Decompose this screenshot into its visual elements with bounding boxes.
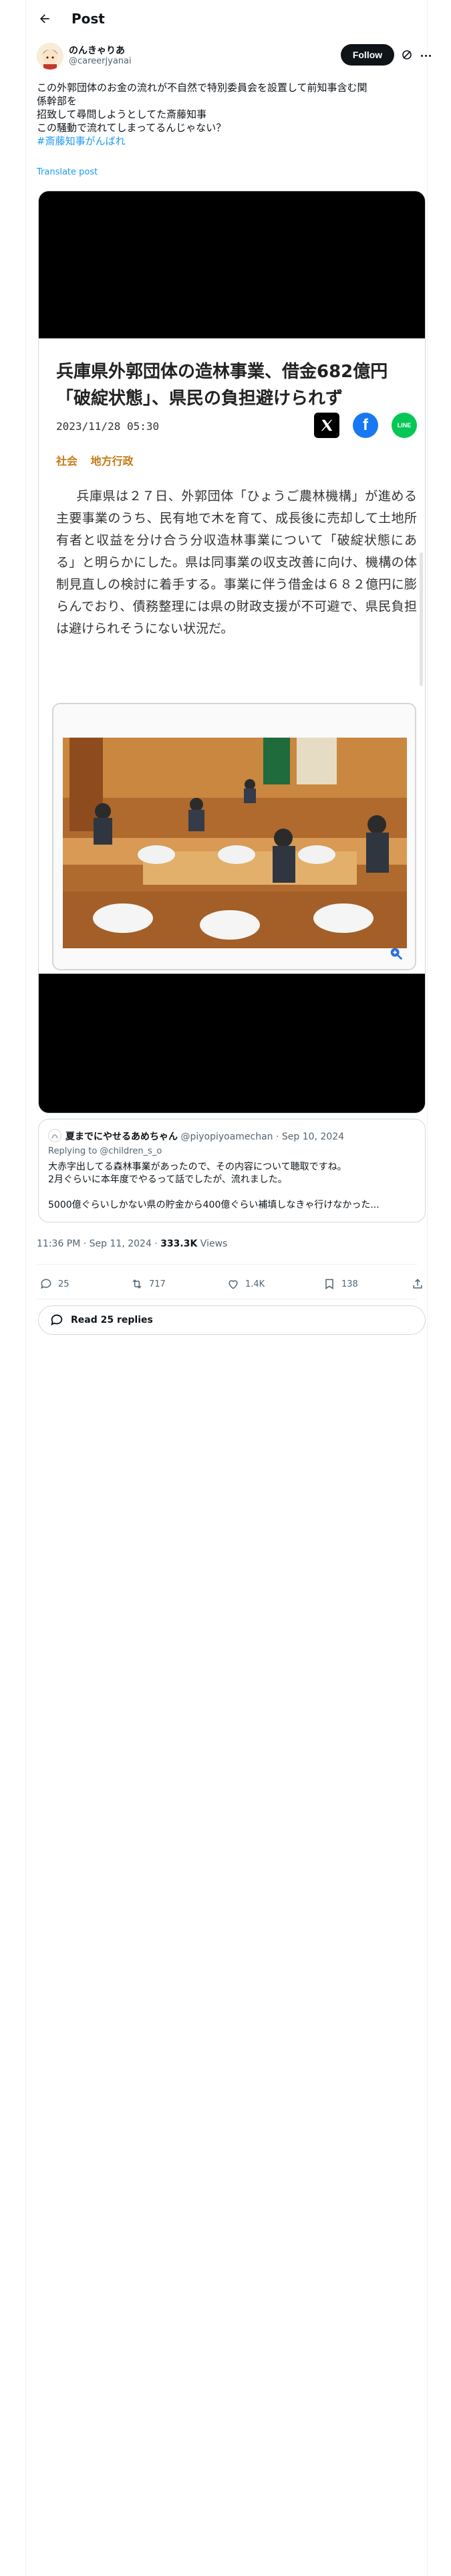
- meeting-photo: [63, 738, 407, 948]
- like-count: 1.4K: [245, 1279, 265, 1289]
- x-share-icon: [314, 413, 339, 438]
- quote-header: 夏までにやせるあめちゃん @piyopiyoamechan · Sep 10, …: [65, 1130, 344, 1143]
- quote-line: 大赤字出してる森林事業があったので、その内容について聴取ですね。: [48, 1162, 347, 1172]
- post-text: この外郭団体のお金の流れが不自然で特別委員会を設置して前知事含む関 係幹部を 招…: [37, 81, 424, 148]
- author-name[interactable]: のんきゃりあ: [69, 43, 125, 57]
- bookmark-count: 138: [341, 1279, 358, 1289]
- post-line: 招致して尋問しようとしてた斎藤知事: [37, 108, 207, 120]
- heart-icon: [229, 1280, 238, 1289]
- follow-button[interactable]: Follow: [341, 44, 394, 66]
- article-tag: 社会: [56, 455, 78, 467]
- quote-author-name: 夏までにやせるあめちゃん: [65, 1132, 178, 1142]
- top-bar: Post: [26, 0, 427, 37]
- article-scrollbar: [420, 552, 423, 686]
- quote-line: 2月ぐらいに本年度でやるって話でしたが、流れました。: [48, 1174, 287, 1185]
- reply-button[interactable]: 25: [39, 1277, 69, 1291]
- quote-replying-to: Replying to @children_s_o: [48, 1146, 162, 1156]
- post-media[interactable]: 兵庫県外郭団体の造林事業、借金682億円「破綻状態」、県民の負担避けられず 20…: [38, 191, 426, 1113]
- grok-icon[interactable]: [402, 49, 412, 60]
- page-title: Post: [71, 11, 105, 27]
- hashtag-link[interactable]: #斎藤知事がんばれ: [37, 134, 424, 148]
- quote-line: 5000億ぐらいしかない県の貯金から400億ぐらい補填しなきゃ行けなかった...: [48, 1200, 380, 1210]
- bookmark-icon: [325, 1279, 333, 1290]
- repost-icon: [132, 1279, 142, 1289]
- repost-button[interactable]: 717: [130, 1277, 166, 1291]
- quote-avatar: [48, 1129, 61, 1142]
- read-replies-label: Read 25 replies: [71, 1315, 153, 1325]
- divider: [37, 1264, 418, 1265]
- post-meta: 11:36 PM · Sep 11, 2024 · 333.3K Views: [37, 1239, 227, 1249]
- views-count: 333.3K: [160, 1239, 198, 1249]
- post-line: この騒動で流れてしまってるんじゃない？: [37, 122, 227, 134]
- quote-date: Sep 10, 2024: [281, 1132, 345, 1142]
- repost-count: 717: [149, 1279, 166, 1289]
- article-title: 兵庫県外郭団体の造林事業、借金682億円「破綻状態」、県民の負担避けられず: [56, 362, 388, 409]
- like-button[interactable]: 1.4K: [227, 1277, 265, 1291]
- article-body: 兵庫県は２７日、外郭団体「ひょうご農林機構」が進める主要事業のうち、民有地で木を…: [56, 489, 417, 636]
- left-rail: [25, 0, 26, 2576]
- quoted-post[interactable]: 夏までにやせるあめちゃん @piyopiyoamechan · Sep 10, …: [38, 1119, 426, 1222]
- chat-bubble-icon: [51, 1314, 63, 1326]
- avatar[interactable]: [37, 43, 63, 70]
- article-screenshot: 兵庫県外郭団体の造林事業、借金682億円「破綻状態」、県民の負担避けられず 20…: [39, 338, 425, 974]
- share-button[interactable]: [411, 1277, 424, 1291]
- line-share-icon: LINE: [392, 413, 417, 438]
- article-tag: 地方行政: [90, 455, 134, 467]
- views-label: Views: [197, 1239, 228, 1249]
- post-line: 係幹部を: [37, 95, 78, 107]
- post-line: この外郭団体のお金の流れが不自然で特別委員会を設置して前知事含む関: [37, 82, 367, 94]
- quote-text: 大赤字出してる森林事業があったので、その内容について聴取ですね。 2月ぐらいに本…: [48, 1161, 419, 1212]
- quote-author-handle: @piyopiyoamechan: [180, 1132, 273, 1142]
- facebook-share-icon: f: [353, 413, 378, 438]
- author-handle[interactable]: @careerjyanai: [69, 56, 132, 66]
- article-tags: 社会 地方行政: [56, 452, 143, 468]
- reply-count: 25: [58, 1279, 69, 1289]
- article-date: 2023/11/28 05:30: [56, 420, 160, 433]
- post-author: のんきゃりあ @careerjyanai Follow: [37, 41, 431, 74]
- quote-separator: ·: [276, 1132, 282, 1142]
- share-icon: [413, 1279, 422, 1289]
- read-replies-button[interactable]: Read 25 replies: [38, 1305, 426, 1335]
- reply-icon: [41, 1279, 51, 1289]
- action-bar: 25 717 1.4K 138: [37, 1271, 428, 1297]
- more-options-icon[interactable]: [419, 49, 432, 62]
- article-photo-frame: [52, 703, 416, 970]
- quote-line: [48, 1186, 419, 1199]
- post-timestamp[interactable]: 11:36 PM · Sep 11, 2024 ·: [37, 1239, 160, 1249]
- back-arrow-icon[interactable]: [33, 7, 57, 31]
- translate-post-link[interactable]: Translate post: [37, 167, 98, 177]
- zoom-icon: [390, 948, 403, 960]
- bookmark-button[interactable]: 138: [323, 1277, 358, 1291]
